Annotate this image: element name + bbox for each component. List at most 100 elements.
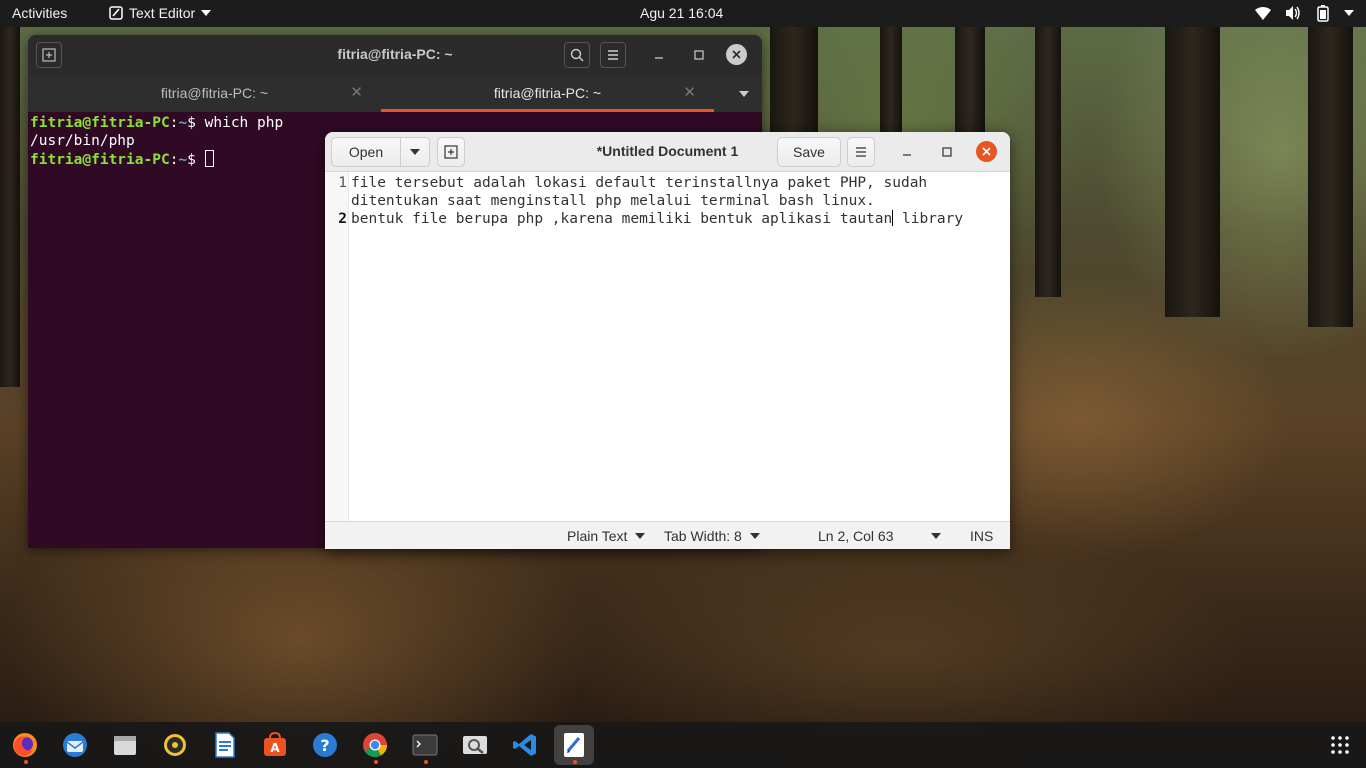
- dock-software[interactable]: A: [255, 725, 295, 765]
- svg-text:A: A: [270, 741, 280, 755]
- running-indicator: [24, 760, 28, 764]
- libreoffice-writer-icon: [215, 732, 235, 758]
- svg-text:?: ?: [320, 736, 329, 755]
- minimize-icon: [903, 154, 911, 156]
- chrome-icon: [363, 733, 387, 758]
- text-line-current: bentuk file berupa php ,karena memiliki …: [351, 210, 964, 227]
- rhythmbox-icon: [164, 734, 186, 756]
- text-line: file tersebut adalah lokasi default teri…: [351, 175, 928, 191]
- firefox-icon: [13, 733, 37, 757]
- tab-label: fitria@fitria-PC: ~: [160, 85, 269, 101]
- save-button[interactable]: Save: [777, 137, 841, 167]
- dock-rhythmbox[interactable]: [155, 725, 195, 765]
- wallpaper-tree: [1308, 27, 1353, 327]
- dock-help[interactable]: ?: [305, 725, 345, 765]
- dock-vscode[interactable]: [505, 725, 545, 765]
- open-button[interactable]: Open: [331, 137, 401, 167]
- volume-icon: [1286, 6, 1300, 20]
- minimize-icon: [655, 57, 663, 59]
- help-icon: ?: [313, 733, 337, 757]
- app-grid-icon: [1331, 736, 1349, 754]
- dock-text-editor[interactable]: [554, 725, 594, 765]
- language-selector[interactable]: Plain Text: [567, 528, 646, 544]
- tab-width-selector[interactable]: Tab Width: 8: [664, 528, 760, 544]
- clock[interactable]: Agu 21 16:04: [640, 5, 723, 21]
- app-menu[interactable]: Text Editor: [109, 5, 212, 21]
- open-recent-dropdown[interactable]: [400, 137, 430, 167]
- show-applications-button[interactable]: [1320, 725, 1360, 765]
- line-number: 1: [338, 175, 347, 191]
- line-number-current: 2: [338, 211, 347, 227]
- insert-mode-indicator[interactable]: INS: [970, 528, 993, 544]
- close-icon: [982, 147, 991, 156]
- tab-label: fitria@fitria-PC: ~: [493, 85, 602, 101]
- tabs-menu-chevron-icon[interactable]: [739, 91, 749, 97]
- chevron-down-icon: [410, 149, 420, 155]
- wifi-icon: [1255, 6, 1271, 20]
- chevron-down-icon: [1344, 10, 1354, 16]
- editor-headerbar[interactable]: Open *Untitled Document 1 Save: [325, 132, 1010, 172]
- hamburger-icon: [608, 50, 618, 60]
- maximize-button[interactable]: [937, 142, 957, 162]
- activities-button[interactable]: Activities: [12, 5, 67, 21]
- terminal-tab[interactable]: fitria@fitria-PC: ~ ✕: [48, 75, 381, 112]
- minimize-button[interactable]: [646, 42, 672, 68]
- text-editor-icon: [109, 6, 123, 20]
- wallpaper-tree: [0, 27, 20, 387]
- position-menu-chevron-icon[interactable]: [931, 533, 941, 539]
- running-indicator: [573, 760, 577, 764]
- vscode-icon: [513, 734, 536, 756]
- system-tray[interactable]: [1254, 4, 1354, 22]
- terminal-cursor: [204, 150, 214, 167]
- text-editor-window[interactable]: Open *Untitled Document 1 Save 1 file te…: [325, 132, 1010, 549]
- terminal-tab-bar: fitria@fitria-PC: ~ ✕ fitria@fitria-PC: …: [28, 75, 762, 112]
- top-bar: Activities Text Editor Agu 21 16:04: [0, 0, 1366, 27]
- maximize-icon: [694, 50, 704, 60]
- dock-thunderbird[interactable]: [55, 725, 95, 765]
- terminal-icon: [412, 734, 438, 756]
- chevron-down-icon: [749, 533, 760, 539]
- image-viewer-icon: [463, 736, 487, 754]
- text-area[interactable]: 1 file tersebut adalah lokasi default te…: [325, 172, 1010, 521]
- new-tab-icon: [444, 145, 458, 159]
- close-button[interactable]: [726, 44, 747, 65]
- terminal-line: fitria@fitria-PC:~$ which php: [30, 115, 284, 131]
- search-icon: [570, 48, 584, 62]
- minimize-button[interactable]: [897, 142, 917, 162]
- text-line-wrapped: ditentukan saat menginstall php melalui …: [351, 193, 875, 209]
- text-editor-icon: [564, 733, 584, 757]
- battery-icon: [1317, 5, 1329, 22]
- files-icon: [114, 736, 136, 755]
- thunderbird-icon: [63, 733, 87, 757]
- running-indicator: [424, 760, 428, 764]
- running-indicator: [374, 760, 378, 764]
- terminal-tab-active[interactable]: fitria@fitria-PC: ~ ✕: [381, 75, 714, 112]
- dock-files[interactable]: [105, 725, 145, 765]
- chevron-down-icon: [201, 10, 212, 16]
- dock-terminal[interactable]: [405, 725, 445, 765]
- dock-writer[interactable]: [205, 725, 245, 765]
- maximize-icon: [942, 147, 952, 157]
- app-menu-label: Text Editor: [129, 5, 196, 21]
- close-tab-icon[interactable]: ✕: [683, 83, 696, 101]
- dock-chrome[interactable]: [355, 725, 395, 765]
- close-button[interactable]: [976, 141, 997, 162]
- close-icon: [732, 50, 741, 59]
- maximize-button[interactable]: [686, 42, 712, 68]
- software-icon: A: [264, 732, 286, 756]
- close-tab-icon[interactable]: ✕: [350, 83, 363, 101]
- chevron-down-icon: [635, 533, 646, 539]
- menu-button[interactable]: [847, 137, 875, 167]
- status-bar: Plain Text Tab Width: 8 Ln 2, Col 63 INS: [325, 521, 1010, 549]
- terminal-titlebar[interactable]: fitria@fitria-PC: ~: [28, 35, 762, 75]
- cursor-position[interactable]: Ln 2, Col 63: [818, 528, 894, 544]
- new-document-button[interactable]: [437, 137, 465, 167]
- hamburger-icon: [856, 147, 866, 157]
- wallpaper-tree: [1165, 27, 1220, 317]
- dock: A ?: [0, 722, 1366, 768]
- menu-button[interactable]: [600, 42, 626, 68]
- dock-firefox[interactable]: [5, 725, 45, 765]
- wallpaper-tree: [1035, 27, 1061, 297]
- dock-image-viewer[interactable]: [455, 725, 495, 765]
- search-button[interactable]: [564, 42, 590, 68]
